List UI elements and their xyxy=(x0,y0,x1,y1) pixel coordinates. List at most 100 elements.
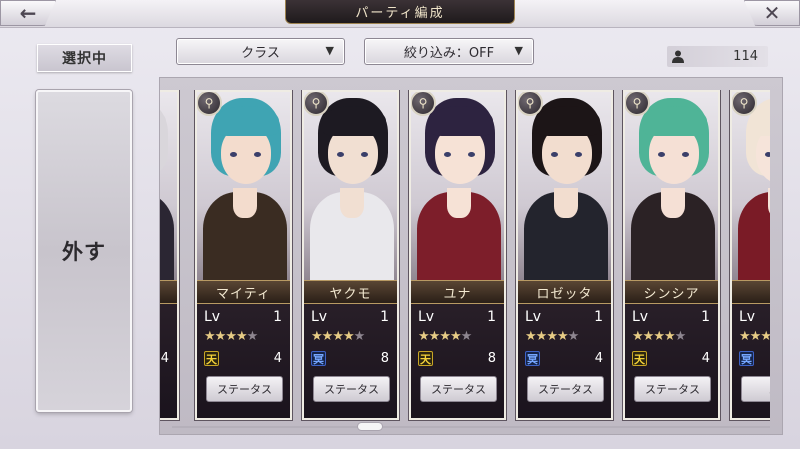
attribute-badge: 天 xyxy=(632,351,647,366)
character-name: ユナ xyxy=(411,280,504,304)
star-icon: ★ xyxy=(321,329,334,344)
cost-value: 4 xyxy=(701,351,710,366)
rarity-stars: ★★★★★ xyxy=(311,329,366,344)
star-icon: ★ xyxy=(225,329,237,344)
unit-count-value: 114 xyxy=(733,49,758,64)
level-label: Lv xyxy=(418,309,435,325)
character-stats: Lv 1 ★★★★★ 冥 ステ xyxy=(732,304,770,418)
left-arrow-icon: ← xyxy=(19,1,37,25)
character-stats: Lv 1 ★★★★★ 天 4 ステータス xyxy=(197,304,290,418)
cost-value: 4 xyxy=(594,351,603,366)
star-empty-icon: ★ xyxy=(567,329,580,344)
class-dropdown[interactable]: クラス ▼ xyxy=(176,38,345,65)
cost-value: 4 xyxy=(160,351,169,366)
rarity-stars: ★★★★★ xyxy=(525,329,580,344)
character-card[interactable]: ⚲ シンシア Lv 1 ★★★★★ 天 4 ステータス xyxy=(623,90,720,420)
selected-tab[interactable]: 選択中 xyxy=(37,44,132,72)
character-stats: Lv 1 ★★★★★ 冥 4 ステータス xyxy=(518,304,611,418)
star-icon: ★ xyxy=(428,329,441,344)
character-portrait xyxy=(625,92,718,284)
attribute-badge: 冥 xyxy=(525,351,540,366)
status-button[interactable]: ステータス xyxy=(527,376,604,402)
unit-count: 114 xyxy=(667,46,768,67)
level-label: Lv xyxy=(311,309,328,325)
remove-button[interactable]: 外す xyxy=(36,90,132,412)
filter-dropdown[interactable]: 絞り込み：OFF ▼ xyxy=(364,38,534,65)
attribute-badge: 冥 xyxy=(739,351,754,366)
level-value: 1 xyxy=(380,309,389,325)
star-icon: ★ xyxy=(653,329,665,344)
character-card[interactable]: ⚲ マイティ Lv 1 ★★★★★ 天 4 ステータス xyxy=(195,90,292,420)
star-empty-icon: ★ xyxy=(353,329,366,344)
star-icon: ★ xyxy=(749,329,762,344)
star-icon: ★ xyxy=(556,329,569,344)
status-button[interactable]: ステータス xyxy=(313,376,390,402)
star-icon: ★ xyxy=(760,329,770,344)
star-icon: ★ xyxy=(204,329,216,344)
character-card[interactable]: ⚲ チ Lv 1 ★★★★★ 冥 ステ xyxy=(730,90,770,420)
character-panel: ★★★★★ 4 ⚲ マイティ Lv 1 ★★★★★ 天 xyxy=(159,77,783,435)
level-label: Lv xyxy=(632,309,649,325)
status-button[interactable]: ステータス xyxy=(206,376,283,402)
character-portrait xyxy=(197,92,290,284)
level-value: 1 xyxy=(487,309,496,325)
chevron-down-icon: ▼ xyxy=(325,44,334,57)
character-portrait xyxy=(518,92,611,284)
scroll-icon: ⚲ xyxy=(518,92,543,116)
star-icon: ★ xyxy=(311,329,323,344)
star-icon: ★ xyxy=(535,329,548,344)
character-card[interactable]: ⚲ ユナ Lv 1 ★★★★★ 天 8 ステータス xyxy=(409,90,506,420)
level-value: 1 xyxy=(273,309,282,325)
star-icon: ★ xyxy=(418,329,430,344)
character-stats: Lv 1 ★★★★★ 天 4 ステータス xyxy=(625,304,718,418)
character-name: ヤクモ xyxy=(304,280,397,304)
star-icon: ★ xyxy=(235,329,248,344)
character-strip[interactable]: ★★★★★ 4 ⚲ マイティ Lv 1 ★★★★★ 天 xyxy=(160,90,770,422)
sword-icon: ⚲ xyxy=(732,92,757,116)
star-icon: ★ xyxy=(642,329,655,344)
star-icon: ★ xyxy=(663,329,676,344)
level-value: 1 xyxy=(594,309,603,325)
star-icon: ★ xyxy=(439,329,451,344)
rarity-stars: ★★★★★ xyxy=(739,329,770,344)
star-icon: ★ xyxy=(332,329,344,344)
level-label: Lv xyxy=(525,309,542,325)
character-card[interactable]: ★★★★★ 4 xyxy=(160,90,179,420)
star-icon: ★ xyxy=(214,329,227,344)
scroll-icon: ⚲ xyxy=(411,92,436,116)
character-name: ロゼッタ xyxy=(518,280,611,304)
character-name xyxy=(160,280,177,304)
star-icon: ★ xyxy=(449,329,462,344)
character-name: チ xyxy=(732,280,770,304)
sword-icon: ⚲ xyxy=(625,92,650,116)
status-button[interactable]: ステータス xyxy=(420,376,497,402)
level-label: Lv xyxy=(739,309,756,325)
star-empty-icon: ★ xyxy=(460,329,473,344)
staff-icon: ⚲ xyxy=(304,92,329,116)
class-dropdown-label: クラス xyxy=(241,46,280,61)
character-name: シンシア xyxy=(625,280,718,304)
attribute-badge: 天 xyxy=(204,351,219,366)
character-card[interactable]: ⚲ ヤクモ Lv 1 ★★★★★ 冥 8 ステータス xyxy=(302,90,399,420)
rarity-stars: ★★★★★ xyxy=(632,329,687,344)
star-empty-icon: ★ xyxy=(674,329,687,344)
level-label: Lv xyxy=(204,309,221,325)
person-icon xyxy=(667,50,689,63)
character-portrait xyxy=(411,92,504,284)
character-stats: Lv 1 ★★★★★ 冥 8 ステータス xyxy=(304,304,397,418)
attribute-badge: 天 xyxy=(418,351,433,366)
character-card[interactable]: ⚲ ロゼッタ Lv 1 ★★★★★ 冥 4 ステータス xyxy=(516,90,613,420)
scroll-thumb[interactable] xyxy=(357,422,383,431)
cost-value: 8 xyxy=(487,351,496,366)
status-button[interactable]: ステ xyxy=(741,376,770,402)
star-icon: ★ xyxy=(546,329,558,344)
staff-icon: ⚲ xyxy=(197,92,222,116)
star-icon: ★ xyxy=(739,329,751,344)
star-icon: ★ xyxy=(525,329,537,344)
star-icon: ★ xyxy=(342,329,355,344)
cost-value: 8 xyxy=(380,351,389,366)
character-stats: Lv 1 ★★★★★ 天 8 ステータス xyxy=(411,304,504,418)
status-button[interactable]: ステータス xyxy=(634,376,711,402)
close-icon: ✕ xyxy=(763,1,781,25)
level-value: 1 xyxy=(701,309,710,325)
